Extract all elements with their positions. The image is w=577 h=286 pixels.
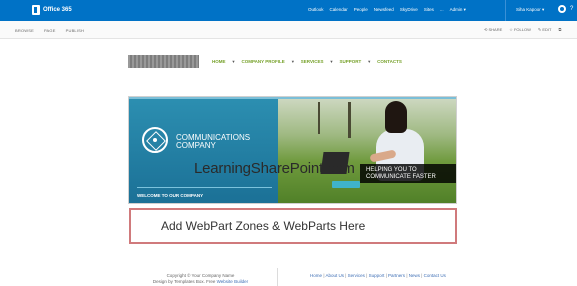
office365-brand[interactable]: Office 365 [32,5,72,15]
ribbon-tabs: BROWSE PAGE PUBLISH [15,28,84,33]
footer-link-support[interactable]: Support [369,273,385,278]
banner-divider [137,187,272,188]
suite-link-newsfeed[interactable]: Newsfeed [374,7,394,13]
sharepoint-page: Office 365 Outlook Calendar People Newsf… [0,0,577,286]
tab-publish[interactable]: PUBLISH [66,28,85,33]
watermark-text: LearningSharePoint.com [194,160,355,177]
footer-link-about[interactable]: About Us [325,273,344,278]
company-name-line2: COMPANY [176,141,216,150]
footer-link-services[interactable]: Services [348,273,365,278]
suite-link-skydrive[interactable]: SkyDrive [400,7,418,13]
company-name: COMMUNICATIONS COMPANY [176,134,276,150]
footer-copyright: Copyright © Your Company Name Design by … [140,273,261,285]
footer-link-news[interactable]: News [409,273,420,278]
chevron-down-icon: ▼ [231,59,236,64]
share-button[interactable]: ⟲ SHARE [484,27,502,32]
design-credit: Design by Templates Box. Free Website Bu… [140,279,261,285]
tab-browse[interactable]: BROWSE [15,28,34,33]
banner-brand-panel: COMMUNICATIONS COMPANY WELCOME TO OUR CO… [129,97,278,203]
chevron-down-icon: ▼ [367,59,372,64]
banner-top-line [129,97,456,99]
user-menu[interactable]: Siha Kapoor ▾ [516,7,544,13]
ribbon-actions: ⟲ SHARE ☆ FOLLOW ✎ EDIT ⧉ [484,27,561,32]
help-icon[interactable]: ? [570,6,573,12]
pencil-icon: ✎ [537,27,542,32]
follow-label: FOLLOW [513,27,531,32]
suite-bar: Office 365 Outlook Calendar People Newsf… [0,0,577,21]
suite-links: Outlook Calendar People Newsfeed SkyDriv… [308,7,466,13]
footer-link-contact[interactable]: Contact Us [424,273,446,278]
banner-caption: HELPING YOU TO COMMUNICATE FASTER [360,164,456,183]
edit-label: EDIT [542,27,552,32]
suite-link-calendar[interactable]: Calendar [330,7,348,13]
follow-button[interactable]: ☆ FOLLOW [509,27,531,32]
suite-link-outlook[interactable]: Outlook [308,7,324,13]
suite-divider [505,0,506,21]
website-builder-link[interactable]: Website Builder [217,279,248,284]
chevron-down-icon: ▼ [290,59,295,64]
nav-item-services[interactable]: SERVICES [301,59,324,64]
suite-link-people[interactable]: People [354,7,368,13]
nav-item-home[interactable]: HOME [212,59,226,64]
office-logo-icon [32,5,40,15]
hero-banner: COMMUNICATIONS COMPANY WELCOME TO OUR CO… [128,96,457,204]
webpart-zone-label: Add WebPart Zones & WebParts Here [161,219,366,233]
top-navigation: HOME ▼ COMPANY PROFILE ▼ SERVICES ▼ SUPP… [212,59,402,64]
company-logo-icon [142,127,168,153]
focus-icon[interactable]: ⧉ [558,27,561,32]
suite-link-more[interactable]: ... [440,7,444,13]
gear-icon[interactable] [558,5,566,13]
caption-line2: COMMUNICATE FASTER [366,173,436,180]
ribbon-bar: BROWSE PAGE PUBLISH ⟲ SHARE ☆ FOLLOW ✎ E… [0,21,577,39]
welcome-text: WELCOME TO OUR COMPANY [137,193,204,198]
edit-button[interactable]: ✎ EDIT [538,27,552,32]
suite-link-admin[interactable]: Admin ▾ [450,7,466,13]
tab-page[interactable]: PAGE [44,28,56,33]
footer-links: Home | About Us | Services | Support | P… [310,273,446,278]
tree-trunk [318,102,320,134]
site-logo[interactable] [128,55,199,68]
design-credit-text: Design by Templates Box. Free [152,279,216,284]
person-hair-graphic [385,101,407,133]
nav-item-company-profile[interactable]: COMPANY PROFILE [241,59,284,64]
chevron-down-icon: ▼ [329,59,334,64]
share-icon: ⟲ [484,27,488,32]
share-label: SHARE [488,27,503,32]
footer-divider [277,268,278,286]
footer-link-home[interactable]: Home [310,273,322,278]
books-graphic [332,181,360,188]
star-icon: ☆ [509,27,513,32]
product-name: Office 365 [43,7,72,13]
banner-photo: HELPING YOU TO COMMUNICATE FASTER [278,97,456,203]
footer-link-partners[interactable]: Partners [388,273,405,278]
nav-item-contacts[interactable]: CONTACTS [377,59,402,64]
webpart-zone[interactable]: Add WebPart Zones & WebParts Here [129,208,457,244]
tree-trunk [348,102,351,138]
suite-link-sites[interactable]: Sites [424,7,434,13]
nav-item-support[interactable]: SUPPORT [339,59,361,64]
